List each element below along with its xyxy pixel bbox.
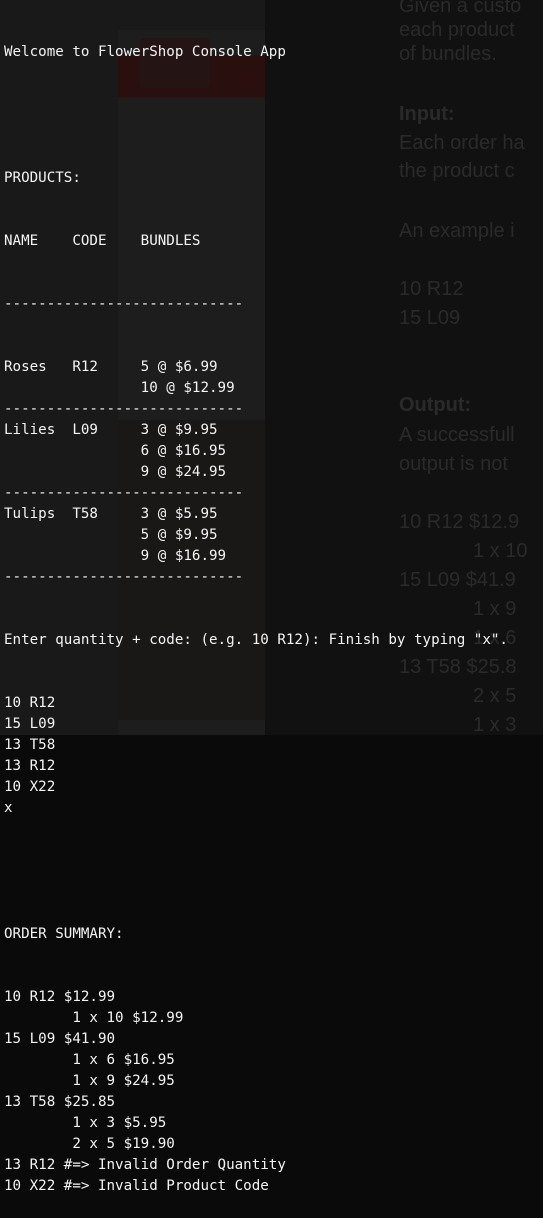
terminal-output[interactable]: Welcome to FlowerShop Console App PRODUC…: [4, 0, 543, 1218]
product-bundle-row: 10 @ $12.99: [4, 378, 543, 399]
table-header: NAME CODE BUNDLES: [4, 233, 201, 249]
user-input-line: 15 L09: [4, 716, 56, 732]
summary-line: 10 R12 $12.99: [4, 989, 116, 1005]
summary-line: 10 X22 #=> Invalid Product Code: [4, 1178, 269, 1194]
product-bundle-row: 9 @ $16.99: [4, 546, 543, 567]
product-bundle-row: 9 @ $24.95: [4, 462, 543, 483]
divider: ----------------------------: [4, 485, 244, 501]
product-row: Lilies L09 3 @ $9.95: [4, 420, 543, 441]
summary-line: 1 x 6 $16.95: [4, 1052, 175, 1068]
product-bundle: 3 @ $9.95: [140, 422, 218, 438]
product-bundle: 10 @ $12.99: [140, 380, 235, 396]
product-bundle: 9 @ $24.95: [140, 464, 227, 480]
summary-line: 15 L09 $41.90: [4, 1031, 116, 1047]
user-input-line: 13 T58: [4, 737, 56, 753]
user-input-list: 10 R12 15 L09 13 T58 13 R12 10 X22 x: [4, 693, 543, 819]
product-code: R12: [72, 359, 98, 375]
prompt-text: Enter quantity + code: (e.g. 10 R12): Fi…: [4, 632, 508, 648]
order-summary-list: 10 R12 $12.99 1 x 10 $12.99 15 L09 $41.90…: [4, 987, 543, 1197]
user-input-line: 10 X22: [4, 779, 56, 795]
product-bundle-row: 5 @ $9.95: [4, 525, 543, 546]
product-bundle: 5 @ $6.99: [140, 359, 218, 375]
product-list: Roses R12 5 @ $6.99 10 @ $12.99 ------------…: [4, 357, 543, 588]
summary-heading: ORDER SUMMARY:: [4, 926, 124, 942]
product-name: Lilies: [4, 422, 56, 438]
divider: ----------------------------: [4, 401, 244, 417]
product-name: Roses: [4, 359, 47, 375]
product-bundle: 5 @ $9.95: [140, 527, 218, 543]
summary-line: 1 x 10 $12.99: [4, 1010, 184, 1026]
product-code: T58: [72, 506, 98, 522]
products-heading: PRODUCTS:: [4, 170, 81, 186]
divider: ----------------------------: [4, 569, 244, 585]
summary-line: 2 x 5 $19.90: [4, 1136, 175, 1152]
user-input-line: x: [4, 800, 13, 816]
user-input-line: 10 R12: [4, 695, 56, 711]
product-code: L09: [72, 422, 98, 438]
summary-line: 1 x 3 $5.95: [4, 1115, 167, 1131]
welcome-text: Welcome to FlowerShop Console App: [4, 44, 286, 60]
divider: ----------------------------: [4, 296, 244, 312]
product-row: Tulips T58 3 @ $5.95: [4, 504, 543, 525]
summary-line: 1 x 9 $24.95: [4, 1073, 175, 1089]
product-row: Roses R12 5 @ $6.99: [4, 357, 543, 378]
product-bundle: 3 @ $5.95: [140, 506, 218, 522]
product-bundle: 9 @ $16.99: [140, 548, 227, 564]
summary-line: 13 T58 $25.85: [4, 1094, 116, 1110]
product-bundle: 6 @ $16.95: [140, 443, 227, 459]
summary-line: 13 R12 #=> Invalid Order Quantity: [4, 1157, 286, 1173]
product-name: Tulips: [4, 506, 56, 522]
user-input-line: 13 R12: [4, 758, 56, 774]
product-bundle-row: 6 @ $16.95: [4, 441, 543, 462]
